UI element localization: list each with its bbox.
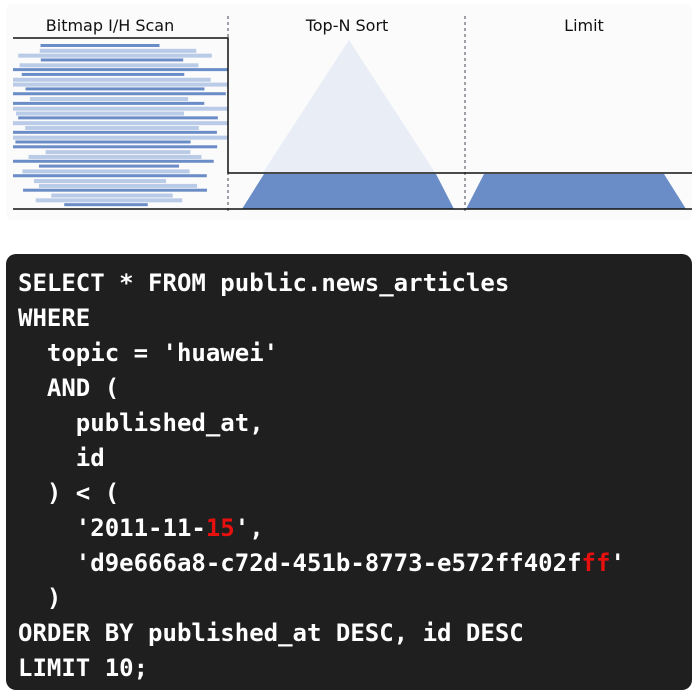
stage-label-limit: Limit — [564, 16, 604, 35]
scan-row-bar — [13, 145, 218, 149]
scan-row-bar — [13, 92, 226, 96]
scan-row-bar — [22, 169, 190, 174]
scan-row-bar — [13, 130, 217, 134]
scan-row-bar — [19, 63, 199, 68]
scan-row-bar — [16, 111, 184, 116]
code-line: 'd9e666a8-c72d-451b-8773-e572ff402fff' — [18, 546, 692, 581]
code-token: ORDER BY published_at DESC, id DESC — [18, 619, 524, 647]
bitmap-scan-rows — [13, 44, 228, 207]
scan-row-bar — [18, 116, 218, 120]
code-token: ' — [610, 549, 625, 577]
scan-row-bar — [39, 48, 197, 53]
code-line: published_at, — [18, 406, 692, 441]
code-line: id — [18, 441, 692, 476]
scan-row-bar — [23, 188, 207, 192]
scan-row-bar — [25, 126, 199, 130]
code-token: SELECT * FROM public.news_articles — [18, 269, 510, 297]
scan-row-bar — [13, 135, 228, 140]
scan-row-bar — [29, 97, 189, 102]
scan-row-bar — [35, 198, 183, 203]
scan-row-bar — [13, 159, 214, 163]
code-line: LIMIT 10; — [18, 651, 692, 686]
highlighted-token: 15 — [205, 514, 235, 542]
code-token: AND ( — [18, 374, 120, 402]
scan-row-bar — [18, 53, 212, 58]
top-n-input-triangle — [262, 40, 436, 174]
scan-row-bar — [40, 44, 160, 47]
code-token: ) — [18, 584, 62, 612]
code-line: WHERE — [18, 301, 692, 336]
sql-code-block: SELECT * FROM public.news_articles WHERE … — [6, 254, 692, 690]
stage-label-top-n-sort: Top-N Sort — [305, 16, 389, 35]
code-token: id — [18, 444, 105, 472]
scan-row-bar — [45, 150, 191, 155]
code-token: '2011-11- — [18, 514, 206, 542]
scan-row-bar — [38, 183, 198, 188]
scan-row-bar — [25, 87, 205, 91]
code-token: published_at, — [18, 409, 264, 437]
code-token: topic = 'huawei' — [18, 339, 279, 367]
scan-row-bar — [13, 82, 228, 87]
code-token: ) < ( — [18, 479, 120, 507]
code-line: ) — [18, 581, 692, 616]
scan-row-bar — [38, 164, 180, 168]
scan-row-bar — [51, 193, 173, 198]
scan-row-bar — [13, 77, 211, 82]
code-token: WHERE — [18, 304, 91, 332]
top-n-output-band — [242, 174, 454, 209]
scan-row-bar — [13, 101, 205, 105]
code-token: 'd9e666a8-c72d-451b-8773-e572ff402f — [18, 549, 582, 577]
code-line: SELECT * FROM public.news_articles — [18, 266, 692, 301]
code-token: LIMIT 10; — [18, 654, 149, 682]
code-line: '2011-11-15', — [18, 511, 692, 546]
code-line: AND ( — [18, 371, 692, 406]
scan-row-bar — [15, 140, 191, 144]
scan-row-bar — [64, 203, 148, 207]
code-line: ORDER BY published_at DESC, id DESC — [18, 616, 692, 651]
code-line: ) < ( — [18, 476, 692, 511]
code-line: topic = 'huawei' — [18, 336, 692, 371]
scan-row-bar — [13, 121, 228, 126]
stage-label-bitmap-scan: Bitmap I/H Scan — [46, 16, 174, 35]
scan-row-bar — [33, 179, 167, 184]
highlighted-token: ff — [581, 549, 611, 577]
scan-row-bar — [13, 68, 228, 72]
scan-row-bar — [13, 106, 228, 111]
code-token: ', — [234, 514, 264, 542]
scan-row-bar — [21, 72, 185, 76]
scan-row-bar — [13, 174, 207, 178]
scan-row-bar — [40, 58, 184, 62]
diagram-canvas: Bitmap I/H Scan Top-N Sort Limit — [13, 16, 692, 212]
limit-output-band — [466, 174, 686, 209]
scan-row-bar — [28, 154, 202, 159]
execution-diagram: Bitmap I/H Scan Top-N Sort Limit — [6, 4, 692, 220]
